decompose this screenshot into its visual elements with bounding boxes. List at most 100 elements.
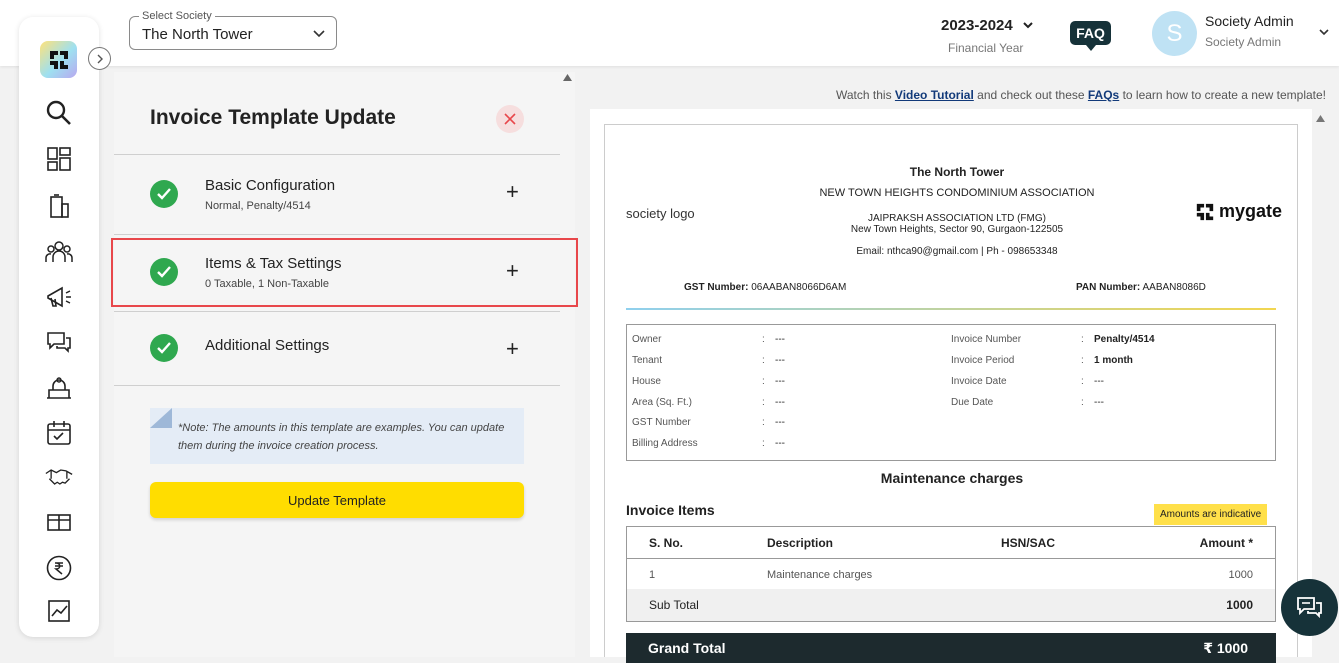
mygate-logo-icon [49,50,68,69]
chat-icon[interactable] [45,328,73,356]
grand-total-label: Grand Total [648,640,726,656]
scroll-up-icon[interactable] [1316,115,1325,122]
society-select[interactable]: Select Society The North Tower [129,10,337,50]
expand-icon[interactable]: + [506,181,519,203]
sidebar-toggle-button[interactable] [88,47,111,70]
invoice-details-box: Owner : --- Tenant : --- House : --- Are… [626,324,1276,461]
divider [114,385,560,386]
section-subtitle: Normal, Penalty/4514 [205,200,311,212]
subtotal-label: Sub Total [649,598,699,612]
panel-title: Invoice Template Update [150,106,396,129]
society-name: The North Tower [909,165,1005,179]
detail-colon: : [1081,397,1084,408]
detail-colon: : [762,376,765,387]
amenities-icon[interactable] [45,374,73,402]
detail-value: --- [1094,376,1104,387]
detail-value: --- [775,438,785,449]
detail-label: GST Number [632,417,691,428]
faqs-link[interactable]: FAQs [1088,88,1119,102]
association-name: NEW TOWN HEIGHTS CONDOMINIUM ASSOCIATION [819,187,1095,199]
gift-icon[interactable] [45,507,73,535]
chat-support-button[interactable] [1281,579,1338,636]
tutorial-suffix: to learn how to create a new template! [1119,88,1327,102]
search-icon[interactable] [45,99,73,127]
template-update-panel: Invoice Template Update Basic Configurat… [111,72,578,657]
detail-colon: : [1081,334,1084,345]
invoice-document: society logo mygate The North Tower NEW … [604,124,1298,663]
user-name[interactable]: Society Admin [1205,13,1294,29]
grand-total-row: Grand Total ₹ 1000 [626,633,1276,663]
tutorial-text: Watch this Video Tutorial and check out … [836,88,1326,102]
dashboard-icon[interactable] [45,145,73,173]
row-amount: 1000 [1228,569,1253,581]
detail-colon: : [762,334,765,345]
detail-value: --- [775,334,785,345]
expand-icon[interactable]: + [506,338,519,360]
gst-number: GST Number: 06AABAN8066D6AM [684,282,846,293]
top-bar: Select Society The North Tower 2023-2024… [0,0,1339,66]
detail-colon: : [762,438,765,449]
check-icon [150,180,178,208]
subtotal-value: 1000 [1226,598,1253,612]
tutorial-middle: and check out these [973,88,1088,102]
detail-value: 1 month [1094,355,1133,366]
detail-value: --- [775,376,785,387]
detail-label: Invoice Number [951,334,1022,345]
detail-label: House [632,376,661,387]
calendar-icon[interactable] [45,419,73,447]
detail-label: Owner [632,334,662,345]
app-logo[interactable] [40,41,77,78]
society-address: New Town Heights, Sector 90, Gurgaon-122… [850,224,1064,235]
gst-label: GST Number: [684,282,749,293]
announcement-icon[interactable] [45,283,73,311]
detail-colon: : [1081,376,1084,387]
detail-label: Billing Address [632,438,698,449]
close-icon [504,113,516,125]
detail-value: Penalty/4514 [1094,334,1155,345]
building-icon[interactable] [45,192,73,220]
user-role: Society Admin [1205,35,1282,49]
society-select-value: The North Tower [142,26,253,43]
faq-button[interactable]: FAQ [1070,21,1111,51]
detail-colon: : [762,417,765,428]
check-icon [150,334,178,362]
gst-value: 06AABAN8066D6AM [751,282,847,293]
chevron-down-icon [313,30,325,38]
column-header: Description [767,536,834,550]
chevron-down-icon[interactable] [1318,26,1330,38]
section-title: Basic Configuration [205,177,336,194]
update-template-button[interactable]: Update Template [150,482,524,518]
avatar[interactable]: S [1152,11,1197,56]
charges-title: Maintenance charges [880,470,1024,486]
residents-icon[interactable] [45,238,73,266]
tutorial-prefix: Watch this [836,88,895,102]
detail-label: Invoice Date [951,376,1007,387]
note-box: *Note: The amounts in this template are … [150,408,524,464]
detail-colon: : [1081,355,1084,366]
video-tutorial-link[interactable]: Video Tutorial [895,88,974,102]
chevron-down-icon[interactable] [1022,19,1034,31]
pan-value: AABAN8086D [1142,282,1206,293]
society-select-label: Select Society [139,10,215,22]
column-header: HSN/SAC [1001,536,1056,550]
note-corner [150,408,172,428]
society-contact: Email: nthca90@gmail.com | Ph - 09865334… [856,246,1058,257]
detail-value: --- [775,397,785,408]
handshake-icon[interactable] [45,463,73,491]
reports-icon[interactable] [45,597,73,625]
header-divider [626,308,1276,310]
row-sno: 1 [649,569,656,581]
financial-year-select[interactable]: 2023-2024 [941,17,1013,34]
table-row: 1 Maintenance charges 1000 [627,559,1275,589]
subtotal-row: Sub Total 1000 [627,589,1275,621]
detail-colon: : [762,355,765,366]
pan-label: PAN Number: [1076,282,1141,293]
section-basic-configuration[interactable]: Basic Configuration Normal, Penalty/4514… [114,155,560,234]
scroll-up-icon[interactable] [563,74,572,81]
detail-value: --- [775,417,785,428]
items-table: S. No. Description HSN/SAC Amount * 1 Ma… [626,526,1276,622]
close-button[interactable] [496,105,524,133]
rupee-icon[interactable] [45,554,73,582]
sidebar [19,17,99,637]
section-additional-settings[interactable]: Additional Settings + [114,312,560,385]
